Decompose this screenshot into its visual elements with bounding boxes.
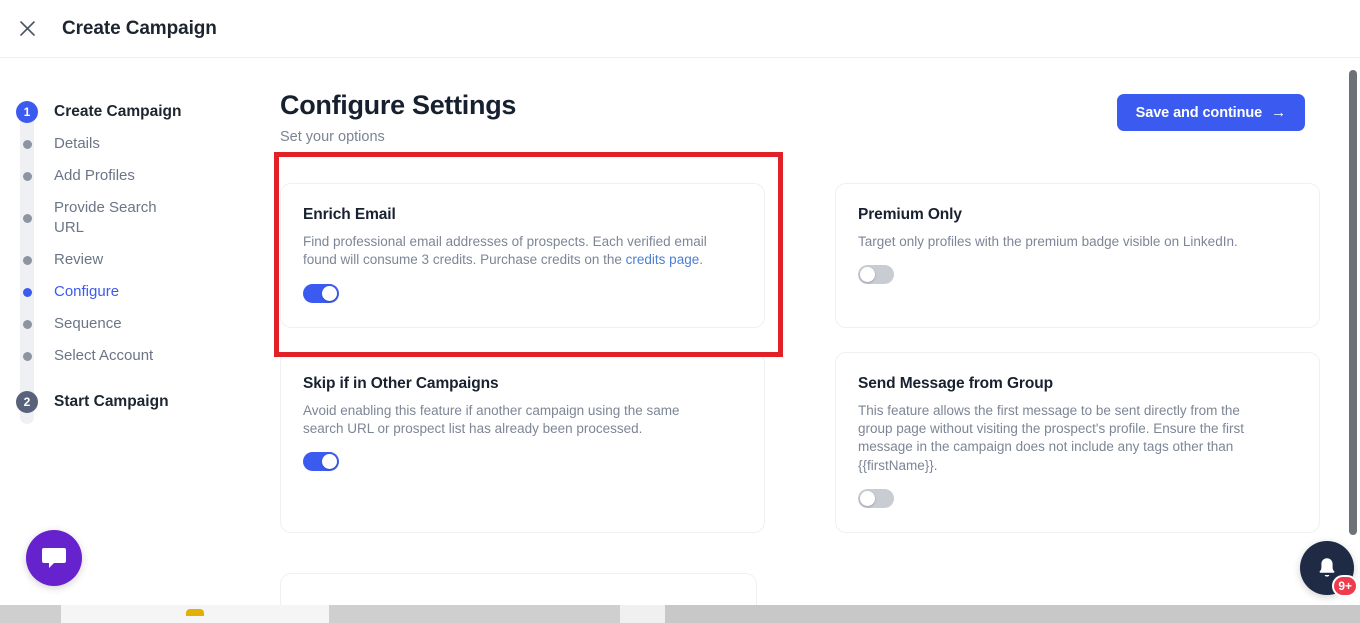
settings-card-grid: Enrich Email Find professional email add… xyxy=(280,183,1320,533)
card-title: Enrich Email xyxy=(303,206,742,224)
sidebar-item-label: Details xyxy=(54,134,100,154)
step-dot-icon xyxy=(23,214,32,223)
sidebar-item-configure[interactable]: Configure xyxy=(0,276,272,308)
setting-card-send-message-from-group[interactable]: Send Message from Group This feature all… xyxy=(835,352,1320,533)
sidebar-item-start-campaign[interactable]: 2 Start Campaign xyxy=(0,386,272,418)
arrow-right-icon: → xyxy=(1271,105,1286,120)
sidebar-item-label: Review xyxy=(54,250,103,270)
card-title: Send Message from Group xyxy=(858,375,1297,393)
step-bullet xyxy=(0,288,54,297)
close-icon[interactable] xyxy=(14,16,40,42)
send-message-from-group-toggle[interactable] xyxy=(858,489,894,508)
step-bullet xyxy=(0,214,54,223)
card-title: Skip if in Other Campaigns xyxy=(303,375,742,393)
step-dot-icon xyxy=(23,140,32,149)
sidebar-item-sequence[interactable]: Sequence xyxy=(0,308,272,340)
step-badge-1: 1 xyxy=(0,101,54,123)
setting-card-premium-only[interactable]: Premium Only Target only profiles with t… xyxy=(835,183,1320,328)
save-button-label: Save and continue xyxy=(1136,105,1262,121)
step-bullet xyxy=(0,320,54,329)
toggle-knob xyxy=(322,286,337,301)
toggle-knob xyxy=(322,454,337,469)
taskbar-tab-indicator-icon xyxy=(186,609,204,616)
taskbar-segment xyxy=(0,605,60,623)
notification-count-badge: 9+ xyxy=(1332,575,1358,597)
card-description: This feature allows the first message to… xyxy=(858,402,1278,475)
step-dot-icon xyxy=(23,320,32,329)
card-description-suffix: . xyxy=(699,252,703,267)
sidebar-item-label: Add Profiles xyxy=(54,166,135,186)
sidebar-item-create-campaign[interactable]: 1 Create Campaign xyxy=(0,96,272,128)
toggle-knob xyxy=(860,491,875,506)
card-description: Find professional email addresses of pro… xyxy=(303,233,723,270)
notifications-button[interactable]: 9+ xyxy=(1300,541,1354,595)
sidebar-item-add-profiles[interactable]: Add Profiles xyxy=(0,160,272,192)
card-description: Target only profiles with the premium ba… xyxy=(858,233,1278,251)
page-heading-block: Configure Settings Set your options xyxy=(280,90,516,145)
step-number-icon: 2 xyxy=(16,391,38,413)
create-campaign-modal: Create Campaign 1 Create Campaign Detail… xyxy=(0,0,1360,623)
page-subtitle: Set your options xyxy=(280,129,516,145)
step-bullet xyxy=(0,140,54,149)
step-bullet xyxy=(0,172,54,181)
taskbar-segment xyxy=(665,605,1360,623)
sidebar-item-review[interactable]: Review xyxy=(0,244,272,276)
sidebar-item-label: Configure xyxy=(54,282,119,302)
setting-card-enrich-email[interactable]: Enrich Email Find professional email add… xyxy=(280,183,765,328)
taskbar-segment xyxy=(330,605,620,623)
toggle-knob xyxy=(860,267,875,282)
sidebar-item-select-account[interactable]: Select Account xyxy=(0,340,272,372)
sidebar-item-provide-search-url[interactable]: Provide Search URL xyxy=(0,192,272,244)
sidebar-item-label: Provide Search URL xyxy=(54,198,184,239)
card-description: Avoid enabling this feature if another c… xyxy=(303,402,723,439)
modal-header: Create Campaign xyxy=(0,0,1360,58)
sidebar-item-label: Select Account xyxy=(54,346,153,366)
credits-page-link[interactable]: credits page xyxy=(626,252,700,267)
skip-if-in-other-campaigns-toggle[interactable] xyxy=(303,452,339,471)
vertical-scrollbar-thumb[interactable] xyxy=(1349,70,1357,535)
page-title: Configure Settings xyxy=(280,90,516,121)
chat-widget-button[interactable] xyxy=(26,530,82,586)
enrich-email-toggle[interactable] xyxy=(303,284,339,303)
sidebar-item-label: Sequence xyxy=(54,314,122,334)
taskbar-active-tab[interactable] xyxy=(60,605,330,623)
save-and-continue-button[interactable]: Save and continue → xyxy=(1117,94,1305,131)
step-number-icon: 1 xyxy=(16,101,38,123)
modal-title: Create Campaign xyxy=(62,18,217,40)
sidebar-item-label: Start Campaign xyxy=(54,392,169,413)
step-dot-icon xyxy=(23,352,32,361)
step-dot-icon xyxy=(23,288,32,297)
premium-only-toggle[interactable] xyxy=(858,265,894,284)
step-bullet xyxy=(0,256,54,265)
step-badge-2: 2 xyxy=(0,391,54,413)
chat-bubble-icon xyxy=(41,547,67,569)
step-dot-icon xyxy=(23,172,32,181)
taskbar-segment xyxy=(620,605,665,623)
step-dot-icon xyxy=(23,256,32,265)
card-title: Premium Only xyxy=(858,206,1297,224)
sidebar-item-details[interactable]: Details xyxy=(0,128,272,160)
sidebar-item-label: Create Campaign xyxy=(54,102,181,123)
os-taskbar-strip xyxy=(0,605,1360,623)
bell-icon xyxy=(1316,556,1338,580)
stepper-list: 1 Create Campaign Details Add Profiles P… xyxy=(0,96,272,418)
settings-panel: Configure Settings Set your options Save… xyxy=(272,58,1350,623)
setting-card-skip-if-in-other-campaigns[interactable]: Skip if in Other Campaigns Avoid enablin… xyxy=(280,352,765,533)
step-bullet xyxy=(0,352,54,361)
